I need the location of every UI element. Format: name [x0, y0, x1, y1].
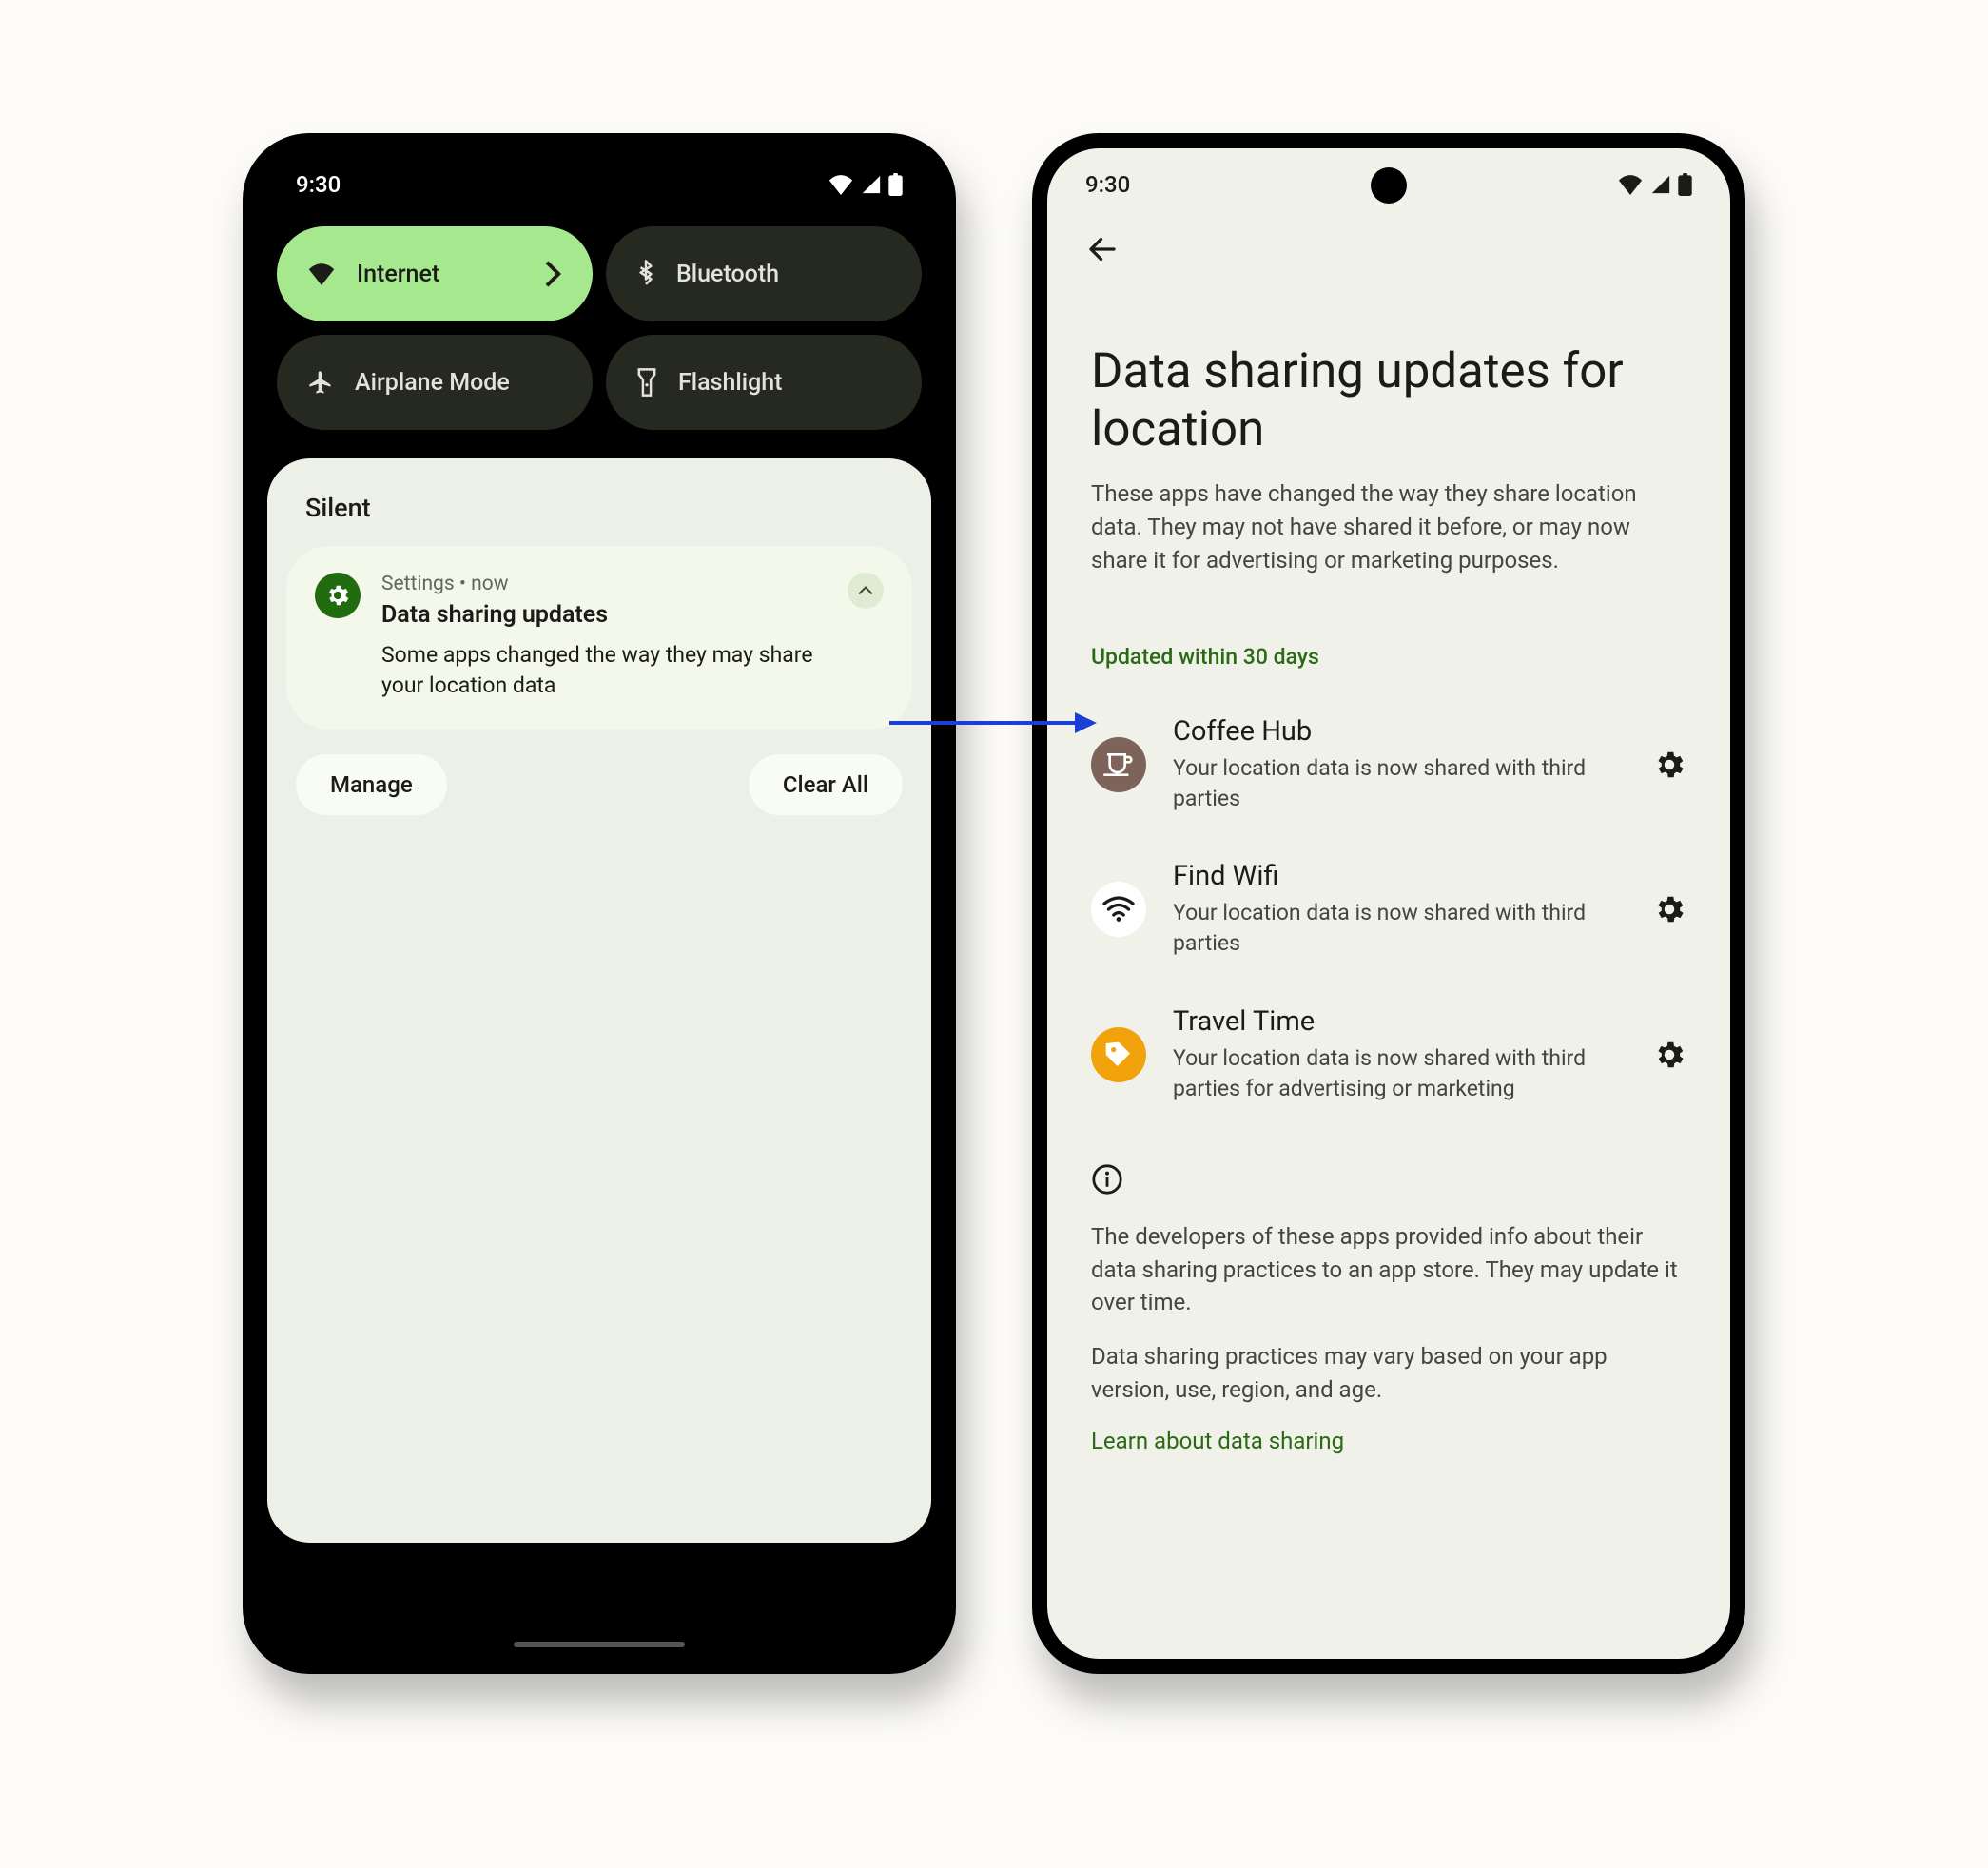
- flashlight-icon: [636, 368, 657, 397]
- gear-icon[interactable]: [1652, 748, 1686, 782]
- section-label: Updated within 30 days: [1091, 644, 1686, 670]
- nav-pill[interactable]: [514, 1642, 685, 1647]
- wifi-icon: [828, 174, 854, 195]
- chevron-right-icon: [545, 261, 562, 287]
- info-paragraph-1: The developers of these apps provided in…: [1091, 1220, 1686, 1319]
- section-silent: Silent: [286, 493, 912, 546]
- clock: 9:30: [296, 171, 341, 198]
- clear-all-button[interactable]: Clear All: [749, 754, 903, 815]
- cup-icon: [1103, 751, 1134, 778]
- app-name: Travel Time: [1173, 1005, 1626, 1038]
- signal-icon: [1649, 174, 1672, 195]
- phone-left-notification-shade: 9:30 Internet Bluetooth Airplane Mode: [243, 133, 956, 1674]
- arrow-icon: [889, 709, 1099, 737]
- tag-icon: [1103, 1040, 1134, 1070]
- app-row-find-wifi[interactable]: Find Wifi Your location data is now shar…: [1091, 860, 1686, 959]
- battery-icon: [888, 173, 903, 196]
- notification-panel: Silent Settings • now Data sharing updat…: [267, 458, 931, 1543]
- travel-time-icon: [1091, 1027, 1146, 1082]
- gear-icon[interactable]: [1652, 1038, 1686, 1072]
- app-name: Coffee Hub: [1173, 715, 1626, 748]
- status-icons: [828, 173, 903, 196]
- app-desc: Your location data is now shared with th…: [1173, 753, 1626, 814]
- settings-app-icon: [315, 573, 361, 618]
- coffee-hub-icon: [1091, 737, 1146, 792]
- notification-title: Data sharing updates: [381, 601, 827, 629]
- tile-label: Internet: [357, 261, 439, 288]
- app-desc: Your location data is now shared with th…: [1173, 1043, 1626, 1104]
- tile-airplane[interactable]: Airplane Mode: [277, 335, 593, 430]
- battery-icon: [1678, 173, 1692, 196]
- info-paragraph-2: Data sharing practices may vary based on…: [1091, 1340, 1686, 1407]
- info-icon: [1091, 1163, 1123, 1196]
- tile-label: Flashlight: [678, 369, 783, 397]
- tile-flashlight[interactable]: Flashlight: [606, 335, 922, 430]
- app-name: Find Wifi: [1173, 860, 1626, 892]
- tile-label: Airplane Mode: [355, 369, 510, 397]
- phone-right-settings-page: 9:30 Data sharing updates for location T…: [1032, 133, 1745, 1674]
- airplane-icon: [307, 369, 334, 396]
- signal-icon: [860, 174, 883, 195]
- learn-link[interactable]: Learn about data sharing: [1091, 1428, 1686, 1454]
- gear-icon[interactable]: [1652, 892, 1686, 926]
- find-wifi-icon: [1091, 882, 1146, 937]
- page-subtitle: These apps have changed the way they sha…: [1091, 477, 1686, 576]
- app-row-travel-time[interactable]: Travel Time Your location data is now sh…: [1091, 1005, 1686, 1104]
- chevron-up-icon: [858, 586, 873, 595]
- wifi-icon: [1617, 174, 1644, 195]
- collapse-icon[interactable]: [848, 573, 884, 609]
- camera-cutout: [1371, 167, 1407, 204]
- wifi-icon: [307, 263, 336, 285]
- page-title: Data sharing updates for location: [1091, 342, 1686, 458]
- notification-body: Some apps changed the way they may share…: [381, 640, 827, 701]
- status-bar: 9:30: [258, 148, 941, 207]
- manage-button[interactable]: Manage: [296, 754, 447, 815]
- notification-data-sharing[interactable]: Settings • now Data sharing updates Some…: [286, 546, 912, 730]
- clock: 9:30: [1085, 171, 1130, 198]
- app-desc: Your location data is now shared with th…: [1173, 898, 1626, 959]
- back-icon[interactable]: [1085, 232, 1120, 266]
- bluetooth-icon: [636, 260, 655, 288]
- tile-internet[interactable]: Internet: [277, 226, 593, 321]
- quick-settings-tiles: Internet Bluetooth Airplane Mode Flashli…: [258, 207, 941, 458]
- gear-icon: [324, 582, 351, 609]
- notification-source: Settings • now: [381, 573, 827, 595]
- wifi-icon: [1101, 896, 1136, 923]
- tile-label: Bluetooth: [676, 261, 779, 288]
- app-row-coffee-hub[interactable]: Coffee Hub Your location data is now sha…: [1091, 715, 1686, 814]
- status-icons: [1617, 173, 1692, 196]
- tile-bluetooth[interactable]: Bluetooth: [606, 226, 922, 321]
